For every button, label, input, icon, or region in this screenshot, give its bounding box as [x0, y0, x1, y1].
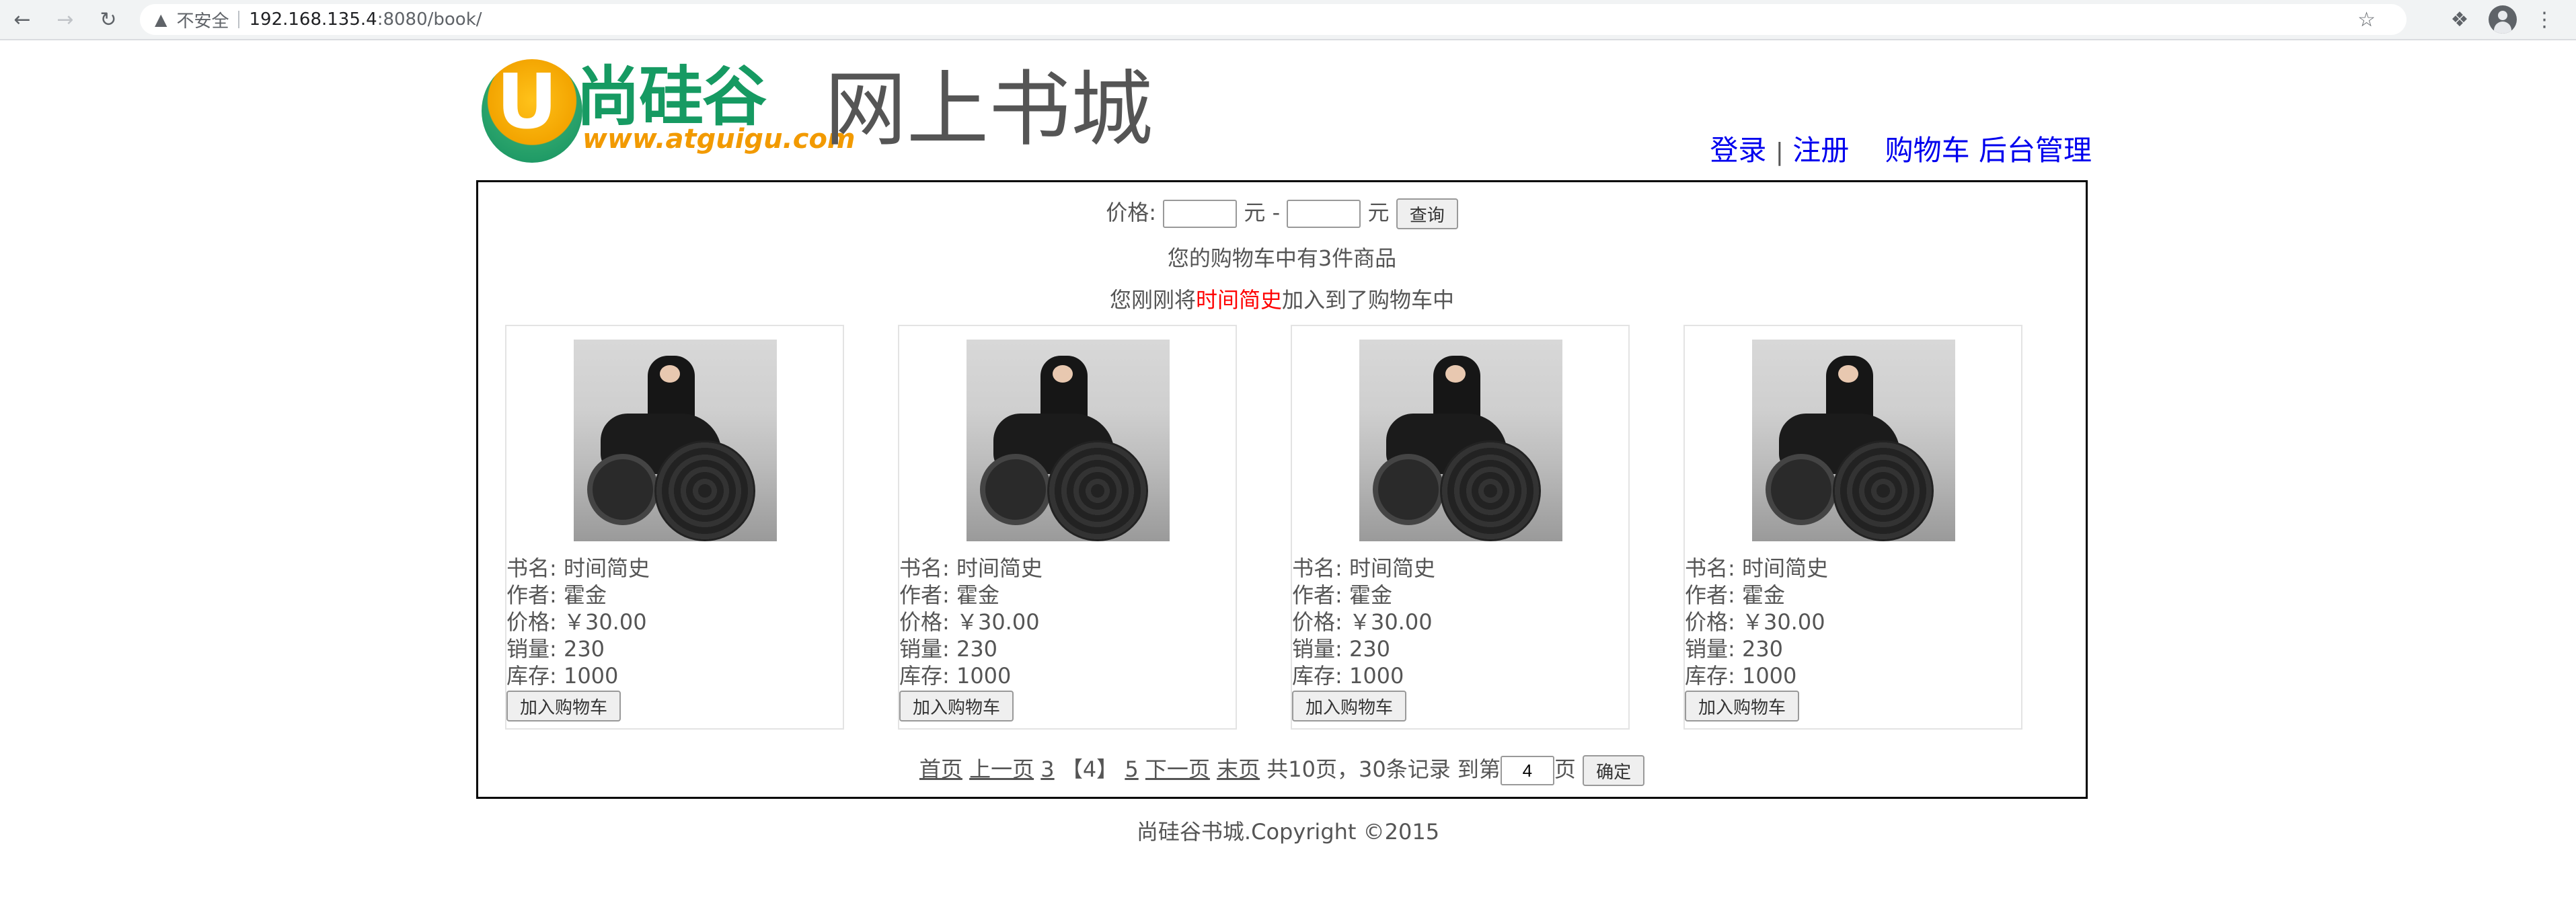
book-stock: 库存: 1000: [506, 663, 619, 689]
added-book-name: 时间简史: [1195, 287, 1282, 313]
book-sales: 销量: 230: [1292, 636, 1391, 662]
login-link[interactable]: 登录: [1710, 134, 1766, 167]
book-stock: 库存: 1000: [1292, 663, 1404, 689]
query-button[interactable]: 查询: [1396, 198, 1458, 229]
url-path: :8080/book/: [377, 9, 482, 30]
book-author: 作者: 霍金: [899, 582, 999, 608]
address-bar[interactable]: ▲ 不安全 192.168.135.4:8080/book/ ☆: [140, 4, 2407, 35]
reload-icon[interactable]: ↻: [94, 5, 122, 34]
prev-page-link[interactable]: 上一页: [969, 756, 1034, 782]
extensions-puzzle-icon[interactable]: ❖: [2446, 5, 2474, 34]
cart-link[interactable]: 购物车: [1885, 134, 1970, 167]
next-page-link[interactable]: 下一页: [1145, 756, 1210, 782]
page-unit: 页: [1554, 756, 1576, 782]
cart-count-message: 您的购物车中有3件商品: [1167, 245, 1397, 271]
book-card: 书名: 时间简史 作者: 霍金 价格: ￥30.00 销量: 230 库存: 1…: [1291, 325, 1630, 730]
footer-copyright: 尚硅谷书城.Copyright ©2015: [1136, 819, 1440, 845]
page-summary: 共10页，30条记录 到第: [1266, 756, 1501, 782]
book-cover-image: [1359, 340, 1562, 541]
profile-avatar-icon[interactable]: [2489, 5, 2517, 34]
book-info: 书名: 时间简史 作者: 霍金 价格: ￥30.00 销量: 230 库存: 1…: [506, 555, 650, 689]
book-card: 书名: 时间简史 作者: 霍金 价格: ￥30.00 销量: 230 库存: 1…: [505, 325, 844, 730]
book-price: 价格: ￥30.00: [1685, 609, 1825, 635]
url-host: 192.168.135.4: [249, 9, 377, 30]
forward-arrow-icon[interactable]: →: [51, 5, 79, 34]
add-to-cart-button[interactable]: 加入购物车: [1685, 691, 1800, 722]
book-stock: 库存: 1000: [1685, 663, 1797, 689]
site-title: 网上书城: [825, 62, 1153, 157]
min-price-input[interactable]: [1163, 200, 1238, 228]
nav-separator: |: [1775, 139, 1784, 166]
book-cover-image: [1752, 340, 1955, 541]
bookmark-star-icon[interactable]: ☆: [2357, 8, 2376, 32]
pagination: 首页 上一页 3 【4】 5 下一页 末页 共10页，30条记录 到第 页 确定: [478, 752, 2086, 786]
add-to-cart-button[interactable]: 加入购物车: [899, 691, 1014, 722]
book-name: 书名: 时间简史: [1685, 555, 1828, 581]
logo-url-text: www.atguigu.com: [582, 124, 856, 155]
book-cover-image: [574, 340, 777, 541]
book-price: 价格: ￥30.00: [899, 609, 1040, 635]
back-arrow-icon[interactable]: ←: [8, 5, 36, 34]
book-list-panel: 价格: 元 - 元 查询 您的购物车中有3件商品 您刚刚将时间简史加入到了购物车…: [476, 180, 2088, 799]
unit-label-min: 元 -: [1244, 200, 1281, 225]
book-sales: 销量: 230: [1685, 636, 1784, 662]
book-cover-image: [967, 340, 1170, 541]
max-price-input[interactable]: [1287, 200, 1361, 228]
logo-u-letter: U: [496, 58, 558, 146]
insecure-label: 不安全: [176, 11, 229, 32]
added-suffix: 加入到了购物车中: [1282, 287, 1455, 313]
browser-toolbar: ← → ↻ ▲ 不安全 192.168.135.4:8080/book/ ☆ ❖…: [0, 0, 2576, 40]
unit-label-max: 元: [1367, 200, 1390, 225]
book-name: 书名: 时间简史: [506, 555, 650, 581]
book-author: 作者: 霍金: [1292, 582, 1392, 608]
page-3-link[interactable]: 3: [1040, 756, 1054, 782]
book-name: 书名: 时间简史: [1292, 555, 1435, 581]
price-label: 价格:: [1106, 200, 1157, 225]
book-author: 作者: 霍金: [1685, 582, 1785, 608]
page-5-link[interactable]: 5: [1125, 756, 1138, 782]
current-page: 【4】: [1061, 756, 1119, 782]
menu-kebab-icon[interactable]: ⋮: [2530, 5, 2559, 34]
top-nav: 登录 | 注册 购物车 后台管理: [1710, 128, 2092, 169]
goto-page-input[interactable]: [1500, 756, 1554, 785]
added-prefix: 您刚刚将: [1109, 287, 1196, 313]
book-info: 书名: 时间简史 作者: 霍金 价格: ￥30.00 销量: 230 库存: 1…: [1685, 555, 1828, 689]
added-message: 您刚刚将时间简史加入到了购物车中: [478, 283, 2086, 314]
book-card: 书名: 时间简史 作者: 霍金 价格: ￥30.00 销量: 230 库存: 1…: [1683, 325, 2022, 730]
logo-chinese-text: 尚硅谷: [576, 59, 767, 134]
omnibox-separator: [238, 11, 240, 28]
book-price: 价格: ￥30.00: [506, 609, 647, 635]
confirm-goto-button[interactable]: 确定: [1583, 755, 1645, 786]
register-link[interactable]: 注册: [1792, 134, 1849, 167]
book-sales: 销量: 230: [506, 636, 605, 662]
book-sales: 销量: 230: [899, 636, 998, 662]
book-info: 书名: 时间简史 作者: 霍金 价格: ￥30.00 销量: 230 库存: 1…: [1292, 555, 1435, 689]
book-author: 作者: 霍金: [506, 582, 607, 608]
add-to-cart-button[interactable]: 加入购物车: [506, 691, 621, 722]
book-info: 书名: 时间简史 作者: 霍金 价格: ￥30.00 销量: 230 库存: 1…: [899, 555, 1043, 689]
warning-icon: ▲: [155, 10, 167, 29]
book-name: 书名: 时间简史: [899, 555, 1043, 581]
site-logo[interactable]: U 尚硅谷 www.atguigu.com: [482, 58, 856, 163]
add-to-cart-button[interactable]: 加入购物车: [1292, 691, 1407, 722]
last-page-link[interactable]: 末页: [1217, 756, 1260, 782]
first-page-link[interactable]: 首页: [919, 756, 962, 782]
book-stock: 库存: 1000: [899, 663, 1012, 689]
price-search: 价格: 元 - 元 查询: [478, 196, 2086, 229]
book-price: 价格: ￥30.00: [1292, 609, 1433, 635]
admin-link[interactable]: 后台管理: [1979, 134, 2092, 167]
book-card: 书名: 时间简史 作者: 霍金 价格: ￥30.00 销量: 230 库存: 1…: [898, 325, 1237, 730]
